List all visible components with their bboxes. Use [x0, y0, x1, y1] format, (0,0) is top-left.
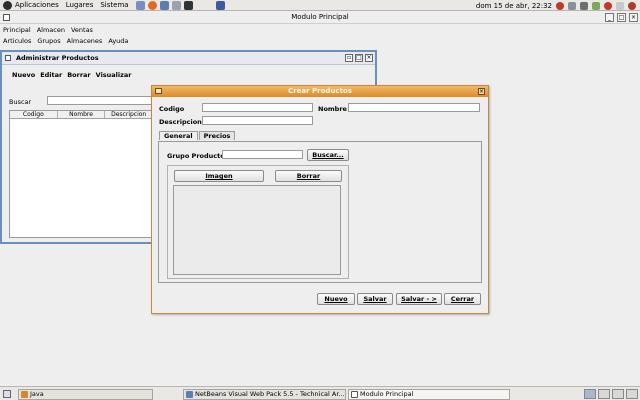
menu-grupos[interactable]: Grupos	[37, 37, 60, 45]
main-window-titlebar: Modulo Principal _ □ ×	[0, 12, 640, 24]
tab-precios[interactable]: Precios	[198, 131, 236, 140]
tab-general[interactable]: General	[159, 131, 198, 140]
menu-nuevo[interactable]: Nuevo	[12, 71, 35, 79]
menu-ventas[interactable]: Ventas	[71, 26, 93, 34]
menu-sistema[interactable]: Sistema	[100, 1, 128, 9]
descripcion-field[interactable]	[202, 116, 313, 125]
network-tray-icon[interactable]	[568, 1, 576, 10]
menu-visualizar[interactable]: Visualizar	[96, 71, 132, 79]
show-desktop-icon[interactable]	[3, 390, 11, 398]
grupo-producto-label: Grupo Producto	[167, 152, 225, 160]
heart-icon[interactable]	[604, 1, 612, 10]
close-button[interactable]: ×	[629, 13, 638, 22]
grupo-producto-field[interactable]	[222, 150, 303, 159]
minimize-button[interactable]: _	[605, 13, 614, 22]
nombre-label: Nombre	[318, 105, 347, 113]
products-table[interactable]: Codigo Nombre Descripcion	[9, 110, 154, 238]
image-panel: Imagen Borrar	[167, 165, 349, 279]
salvar-next-button[interactable]: Salvar - >	[396, 293, 442, 305]
maximize-button[interactable]: □	[617, 13, 626, 22]
column-codigo[interactable]: Codigo	[10, 111, 58, 118]
gnome-foot-icon[interactable]	[3, 0, 12, 10]
menu-borrar[interactable]: Borrar	[67, 71, 90, 79]
table-header: Codigo Nombre Descripcion	[10, 111, 154, 119]
task-netbeans[interactable]: NetBeans Visual Web Pack 5.5 - Technical…	[183, 389, 346, 400]
admin-frame-menu: Nuevo Editar Borrar Visualizar	[12, 71, 137, 79]
top-panel: Aplicaciones Lugares Sistema dom 15 de a…	[0, 0, 640, 11]
image-preview-area	[173, 185, 341, 275]
menu-articulos[interactable]: Articulos	[3, 37, 31, 45]
search-input[interactable]	[47, 96, 157, 105]
nombre-field[interactable]	[348, 103, 480, 112]
menu-editar[interactable]: Editar	[40, 71, 62, 79]
battery-icon[interactable]	[592, 1, 600, 10]
update-icon[interactable]	[556, 1, 564, 10]
dialog-close-icon[interactable]: ×	[478, 88, 485, 95]
mail-icon[interactable]	[616, 1, 624, 10]
task-netbeans-label: NetBeans Visual Web Pack 5.5 - Technical…	[195, 390, 345, 398]
netbeans-icon	[186, 391, 193, 398]
network-icon[interactable]	[171, 0, 181, 10]
borrar-image-button[interactable]: Borrar	[275, 170, 342, 182]
menu-ayuda[interactable]: Ayuda	[108, 37, 128, 45]
window-icon	[351, 391, 358, 398]
power-icon[interactable]	[628, 1, 636, 10]
main-window-title: Modulo Principal	[291, 13, 349, 21]
workspace-2[interactable]	[598, 389, 610, 399]
dialog-tabs: General Precios	[159, 131, 236, 140]
salvar-button[interactable]: Salvar	[357, 293, 393, 305]
admin-frame-title: Administrar Productos	[16, 54, 99, 62]
dialog-title: Crear Productos	[288, 87, 352, 95]
app-icon[interactable]	[215, 0, 225, 10]
codigo-label: Codigo	[159, 105, 185, 113]
column-nombre[interactable]: Nombre	[58, 111, 106, 118]
imagen-button[interactable]: Imagen	[174, 170, 264, 182]
workspace-3[interactable]	[612, 389, 624, 399]
menu-lugares[interactable]: Lugares	[66, 1, 94, 9]
menu-aplicaciones[interactable]: Aplicaciones	[15, 1, 59, 9]
workspace-switcher	[582, 389, 638, 399]
volume-icon[interactable]	[580, 1, 588, 10]
clock[interactable]: dom 15 de abr, 22:32	[476, 2, 552, 10]
workspace-4[interactable]	[626, 389, 638, 399]
frame-icon	[5, 55, 11, 61]
frame-minimize-button[interactable]: ▫	[345, 54, 353, 62]
menu-principal[interactable]: Principal	[3, 26, 31, 34]
column-descripcion[interactable]: Descripcion	[105, 111, 154, 118]
codigo-field[interactable]	[202, 103, 313, 112]
buscar-button[interactable]: Buscar...	[307, 149, 349, 161]
terminal-icon[interactable]	[183, 0, 193, 10]
descripcion-label: Descripcion	[159, 118, 202, 126]
task-java[interactable]: Java	[18, 389, 153, 400]
task-java-label: Java	[30, 390, 44, 398]
java-icon	[21, 391, 28, 398]
create-product-dialog: Crear Productos × Codigo Nombre Descripc…	[151, 85, 489, 314]
menu-almacenes[interactable]: Almacenes	[67, 37, 103, 45]
bottom-panel: Java NetBeans Visual Web Pack 5.5 - Tech…	[0, 386, 640, 400]
firefox-icon[interactable]	[147, 0, 157, 10]
task-modulo-label: Modulo Principal	[360, 390, 414, 398]
admin-frame-titlebar[interactable]: Administrar Productos ▫ □ ×	[2, 52, 375, 65]
task-modulo-principal[interactable]: Modulo Principal	[348, 389, 510, 400]
search-label: Buscar	[9, 98, 32, 106]
system-tray: dom 15 de abr, 22:32	[476, 0, 640, 11]
frame-close-button[interactable]: ×	[365, 54, 373, 62]
main-menubar: Principal Almacen Ventas	[0, 25, 640, 35]
evolution-icon[interactable]	[159, 0, 169, 10]
text-editor-icon[interactable]	[135, 0, 145, 10]
main-toolbar: Articulos Grupos Almacenes Ayuda	[0, 36, 640, 46]
workspace-1[interactable]	[584, 389, 596, 399]
menu-almacen[interactable]: Almacen	[37, 26, 65, 34]
dialog-titlebar[interactable]: Crear Productos ×	[152, 86, 488, 97]
nuevo-button[interactable]: Nuevo	[317, 293, 355, 305]
frame-maximize-button[interactable]: □	[355, 54, 363, 62]
cerrar-button[interactable]: Cerrar	[444, 293, 481, 305]
